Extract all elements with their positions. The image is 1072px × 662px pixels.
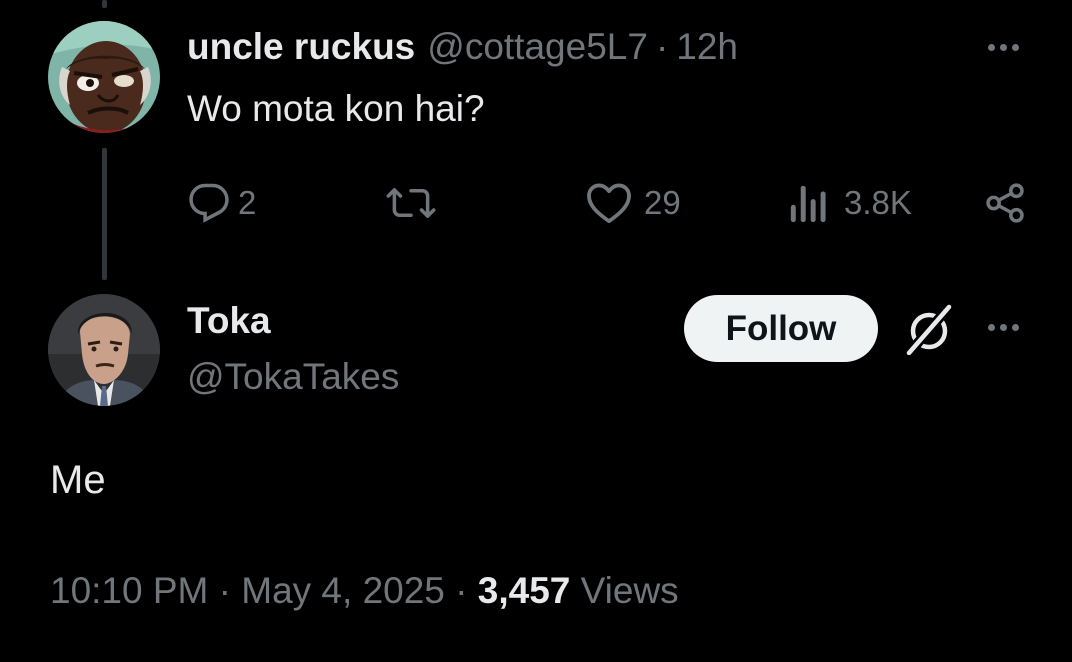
repost-icon <box>386 182 436 224</box>
views-label: Views <box>570 570 679 611</box>
tweet-text: Wo mota kon hai? <box>187 88 485 129</box>
like-icon <box>586 182 632 224</box>
share-button[interactable] <box>984 182 1026 224</box>
views-count: 3.8K <box>844 184 912 221</box>
avatar[interactable] <box>48 21 160 133</box>
more-icon[interactable] <box>988 44 1019 51</box>
thread-line-top <box>102 0 107 8</box>
share-icon <box>984 182 1026 224</box>
views-icon <box>788 182 828 224</box>
like-button[interactable]: 29 <box>586 182 681 224</box>
tweet-timestamp[interactable]: 10:10 PM · May 4, 2025 <box>50 570 445 611</box>
tweet-header: uncle ruckus @cottage5L7 · 12h <box>187 26 738 72</box>
thread-line <box>102 148 107 280</box>
separator: · <box>655 26 669 67</box>
more-icon[interactable] <box>988 324 1019 331</box>
repost-button[interactable] <box>386 182 436 224</box>
reply-count: 2 <box>238 184 257 221</box>
separator: · <box>444 570 478 611</box>
handle[interactable]: @TokaTakes <box>187 356 399 398</box>
reply-icon <box>188 182 230 224</box>
tweet-time[interactable]: 12h <box>676 26 738 68</box>
tweet-text: Me <box>50 458 106 502</box>
like-count: 29 <box>644 184 681 221</box>
display-name[interactable]: uncle ruckus <box>187 26 415 68</box>
tweet-meta: 10:10 PM · May 4, 2025 · 3,457 Views <box>50 570 679 612</box>
handle[interactable]: @cottage5L7 <box>427 26 648 68</box>
avatar[interactable] <box>48 294 160 406</box>
view-count[interactable]: 3,457 <box>478 570 571 611</box>
display-name[interactable]: Toka <box>187 300 271 342</box>
reply-button[interactable]: 2 <box>188 182 256 224</box>
grok-icon[interactable] <box>903 303 955 360</box>
views-button[interactable]: 3.8K <box>788 182 912 224</box>
follow-button[interactable]: Follow <box>684 295 878 362</box>
